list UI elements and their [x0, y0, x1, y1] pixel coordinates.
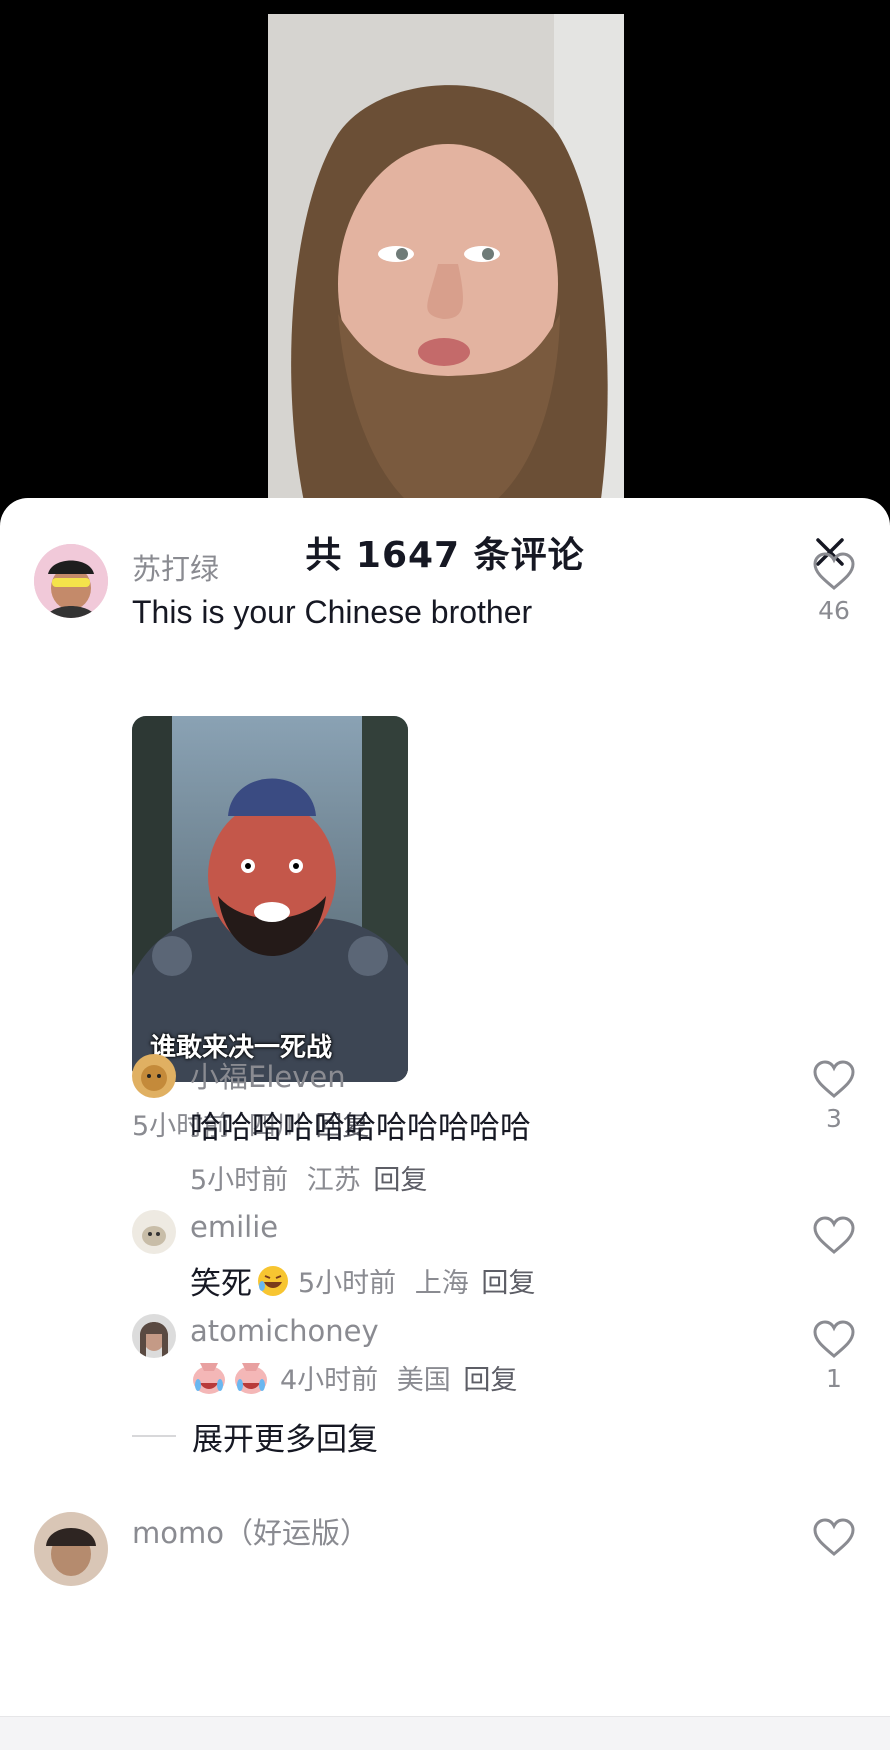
reply-location: 江苏 — [306, 1165, 361, 1196]
like-button[interactable] — [804, 1216, 864, 1260]
heart-icon — [813, 1216, 855, 1254]
reply-button[interactable]: 回复 — [481, 1268, 535, 1299]
comment-text: This is your Chinese brother — [132, 594, 533, 630]
expand-more-replies-button[interactable]: 展开更多回复 — [132, 1416, 378, 1458]
like-button[interactable] — [804, 1518, 864, 1558]
reply-username[interactable]: 小福Eleven — [190, 1054, 346, 1096]
comment-input-bar[interactable] — [0, 1716, 890, 1750]
video-person-illustration — [268, 14, 624, 520]
like-count: 46 — [818, 596, 850, 625]
expand-divider — [132, 1435, 176, 1437]
reply-meta: 4小时前 美国 回复 — [280, 1358, 517, 1397]
reply-button[interactable]: 回复 — [463, 1365, 517, 1396]
avatar[interactable] — [34, 544, 108, 618]
like-count: 1 — [826, 1364, 842, 1393]
heart-icon — [813, 1320, 855, 1358]
like-button[interactable]: 46 — [804, 552, 864, 625]
video-frame — [268, 14, 624, 520]
reply-text-line: 4小时前 美国 回复 — [190, 1358, 517, 1397]
reply-username[interactable]: emilie — [190, 1210, 278, 1244]
comment-image[interactable]: 谁敢来决一死战 — [132, 716, 408, 1082]
crying-laughing-face-icon — [232, 1359, 270, 1397]
reply-time: 5小时前 — [298, 1268, 397, 1299]
like-button[interactable]: 1 — [804, 1320, 864, 1393]
reply-time: 5小时前 — [190, 1165, 289, 1196]
reply-button[interactable]: 回复 — [373, 1165, 427, 1196]
comment-sheet: 共 1647 条评论 苏打绿 This is your Chinese brot… — [0, 498, 890, 1750]
like-button[interactable]: 3 — [804, 1060, 864, 1133]
avatar[interactable] — [132, 1054, 176, 1098]
video-player[interactable] — [0, 0, 890, 520]
reply-location: 美国 — [396, 1365, 451, 1396]
avatar[interactable] — [34, 1512, 108, 1586]
rolling-laughing-icon — [256, 1264, 290, 1298]
avatar[interactable] — [132, 1314, 176, 1358]
reply-username[interactable]: atomichoney — [190, 1314, 379, 1348]
crying-laughing-face-icon — [190, 1359, 228, 1397]
reply-text: 哈哈哈哈哈哈哈哈哈哈哈 — [190, 1110, 531, 1146]
reply-text: 笑死 — [190, 1266, 252, 1302]
like-count: 3 — [826, 1104, 842, 1133]
heart-icon — [813, 552, 855, 590]
heart-icon — [813, 1060, 855, 1098]
reply-meta: 5小时前 上海 回复 — [298, 1261, 535, 1300]
reply-meta: 5小时前 江苏 回复 — [190, 1158, 427, 1197]
heart-icon — [813, 1518, 855, 1556]
reply-location: 上海 — [414, 1268, 469, 1299]
comment-username[interactable]: 苏打绿 — [132, 546, 219, 588]
comment-username[interactable]: momo（好运版） — [132, 1510, 369, 1552]
expand-more-replies-label: 展开更多回复 — [192, 1421, 378, 1458]
reply-time: 4小时前 — [280, 1365, 379, 1396]
reply-text-line: 笑死 5小时前 上海 回复 — [190, 1258, 535, 1303]
avatar[interactable] — [132, 1210, 176, 1254]
